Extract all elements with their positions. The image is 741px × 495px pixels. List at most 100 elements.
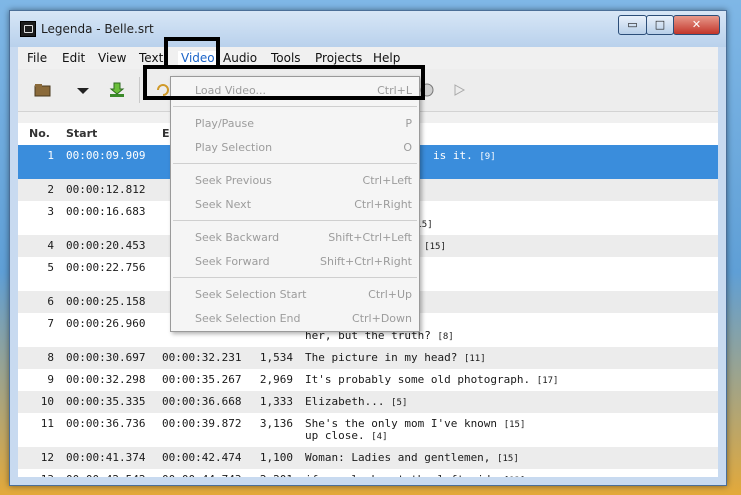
dropdown-arrow-icon[interactable] xyxy=(74,81,92,99)
header-start[interactable]: Start xyxy=(66,127,97,140)
cps-badge: [5] xyxy=(391,398,408,408)
menu-audio[interactable]: Audio xyxy=(223,51,257,65)
cell-number: 5 xyxy=(47,261,54,274)
header-no[interactable]: No. xyxy=(29,127,50,140)
subtitle-text: is it. xyxy=(433,149,473,162)
cell-number: 1 xyxy=(47,149,54,162)
cell-number: 7 xyxy=(47,317,54,330)
menu-separator xyxy=(173,277,417,278)
cell-start: 00:00:16.683 xyxy=(66,205,146,218)
header-end[interactable]: E xyxy=(162,127,170,140)
cell-end: 00:00:36.668 xyxy=(162,395,242,408)
subtitle-text: The picture in my head? xyxy=(305,351,458,364)
cell-start: 00:00:41.374 xyxy=(66,451,146,464)
menu-text[interactable]: Text xyxy=(139,51,163,65)
cps-badge: [11] xyxy=(463,354,486,364)
cell-end: 00:00:35.267 xyxy=(162,373,242,386)
cell-start: 00:00:26.960 xyxy=(66,317,146,330)
subtitle-text: if you look out the left side xyxy=(305,473,497,478)
cell-start: 00:00:20.453 xyxy=(66,239,146,252)
cps-badge: [9] xyxy=(479,152,496,162)
menu-seek-forward[interactable]: Seek Forward Shift+Ctrl+Right xyxy=(171,252,419,272)
subtitle-text: Elizabeth... xyxy=(305,395,385,408)
save-icon[interactable] xyxy=(108,81,126,99)
open-folder-icon[interactable] xyxy=(34,81,52,99)
cps-badge: [15] xyxy=(424,242,446,252)
cell-number: 11 xyxy=(40,417,54,430)
cell-end: 00:00:39.872 xyxy=(162,417,242,430)
menu-play-pause[interactable]: Play/Pause P xyxy=(171,114,419,134)
play-icon[interactable] xyxy=(450,81,468,99)
table-row[interactable]: 13 00:00:42.542 00:00:44.743 2,201 if you lo… xyxy=(18,469,718,478)
cell-start: 00:00:32.298 xyxy=(66,373,146,386)
cell-start: 00:00:42.542 xyxy=(66,474,145,478)
cps-badge: [15] xyxy=(503,420,526,430)
menu-seek-previous[interactable]: Seek Previous Ctrl+Left xyxy=(171,171,419,191)
cell-start: 00:00:36.736 xyxy=(66,417,146,430)
table-row[interactable]: 8 00:00:30.697 00:00:32.231 1,534 The pictur… xyxy=(18,347,718,369)
cell-number: 6 xyxy=(47,295,54,308)
menu-play-selection[interactable]: Play Selection O xyxy=(171,138,419,158)
cell-number: 2 xyxy=(47,183,54,196)
menu-separator xyxy=(173,220,417,221)
subtitle-text: Woman: Ladies and gentlemen, xyxy=(305,451,491,464)
cps-badge: [17] xyxy=(536,376,559,386)
cell-number: 10 xyxy=(40,395,54,408)
menu-projects[interactable]: Projects xyxy=(315,51,362,65)
menu-help[interactable]: Help xyxy=(373,51,400,65)
menu-seek-selection-start[interactable]: Seek Selection Start Ctrl+Up xyxy=(171,285,419,305)
toolbar-separator xyxy=(139,77,140,103)
cell-text: Elizabeth... [5] xyxy=(305,396,407,409)
cell-number: 3 xyxy=(47,205,54,218)
cell-text: The picture in my head? [11] xyxy=(305,352,486,365)
cps-badge: [15] xyxy=(497,454,519,464)
close-button[interactable]: ✕ xyxy=(673,15,720,35)
cell-number: 9 xyxy=(47,373,54,386)
cell-duration: 3,136 xyxy=(259,417,293,430)
cell-text: It's probably some old photograph. [17] xyxy=(305,374,558,387)
cell-start: 00:00:30.697 xyxy=(66,351,146,364)
menu-view[interactable]: View xyxy=(98,51,126,65)
cell-number: 8 xyxy=(47,351,54,364)
minimize-button[interactable]: ▭ xyxy=(618,15,647,35)
cell-start: 00:00:25.158 xyxy=(66,295,146,308)
highlight-box-load-video xyxy=(143,65,425,100)
cell-text: is it. [9] xyxy=(433,150,496,163)
title-bar[interactable]: Legenda - Belle.srt ▭ □ ✕ xyxy=(10,11,726,47)
cell-text: if you look out the left side [13] xyxy=(305,473,525,478)
menu-tools[interactable]: Tools xyxy=(271,51,301,65)
cell-duration: 2,201 xyxy=(257,474,293,478)
cell-start: 00:00:22.756 xyxy=(66,261,146,274)
cell-duration: 1,333 xyxy=(259,395,293,408)
menu-edit[interactable]: Edit xyxy=(62,51,85,65)
cell-end: 00:00:44.743 xyxy=(162,474,241,478)
cell-end: 00:00:32.231 xyxy=(162,351,242,364)
cell-number: 4 xyxy=(47,239,54,252)
cps-badge: [8] xyxy=(437,332,454,342)
menu-separator xyxy=(173,106,417,107)
cell-duration: 1,534 xyxy=(259,351,293,364)
table-row[interactable]: 12 00:00:41.374 00:00:42.474 1,100 Woman: La… xyxy=(18,447,718,469)
table-row[interactable]: 10 00:00:35.335 00:00:36.668 1,333 Elizabeth… xyxy=(18,391,718,413)
cps-badge: [4] xyxy=(371,432,388,442)
cell-number: 13 xyxy=(22,474,54,478)
cell-text-line2: up close. [4] xyxy=(305,430,388,443)
cell-text: Woman: Ladies and gentlemen, [15] xyxy=(305,452,519,465)
maximize-button[interactable]: □ xyxy=(646,15,674,35)
cell-number: 12 xyxy=(40,451,54,464)
table-row[interactable]: 9 00:00:32.298 00:00:35.267 2,969 It's proba… xyxy=(18,369,718,391)
menu-seek-next[interactable]: Seek Next Ctrl+Right xyxy=(171,195,419,215)
video-menu-dropdown: Load Video... Ctrl+L Play/Pause P Play Sel… xyxy=(170,76,420,332)
menu-seek-selection-end[interactable]: Seek Selection End Ctrl+Down xyxy=(171,309,419,329)
cell-duration: 2,969 xyxy=(259,373,293,386)
table-row[interactable]: 11 00:00:36.736 00:00:39.872 3,136 She's the… xyxy=(18,413,718,447)
window-title: Legenda - Belle.srt xyxy=(41,22,154,36)
cell-start: 00:00:09.909 xyxy=(66,149,146,162)
menu-seek-backward[interactable]: Seek Backward Shift+Ctrl+Left xyxy=(171,228,419,248)
app-icon xyxy=(20,21,36,37)
cell-start: 00:00:12.812 xyxy=(66,183,146,196)
subtitle-text: up close. xyxy=(305,429,365,442)
menu-file[interactable]: File xyxy=(27,51,47,65)
cell-end: 00:00:42.474 xyxy=(162,451,242,464)
subtitle-text: It's probably some old photograph. xyxy=(305,373,531,386)
